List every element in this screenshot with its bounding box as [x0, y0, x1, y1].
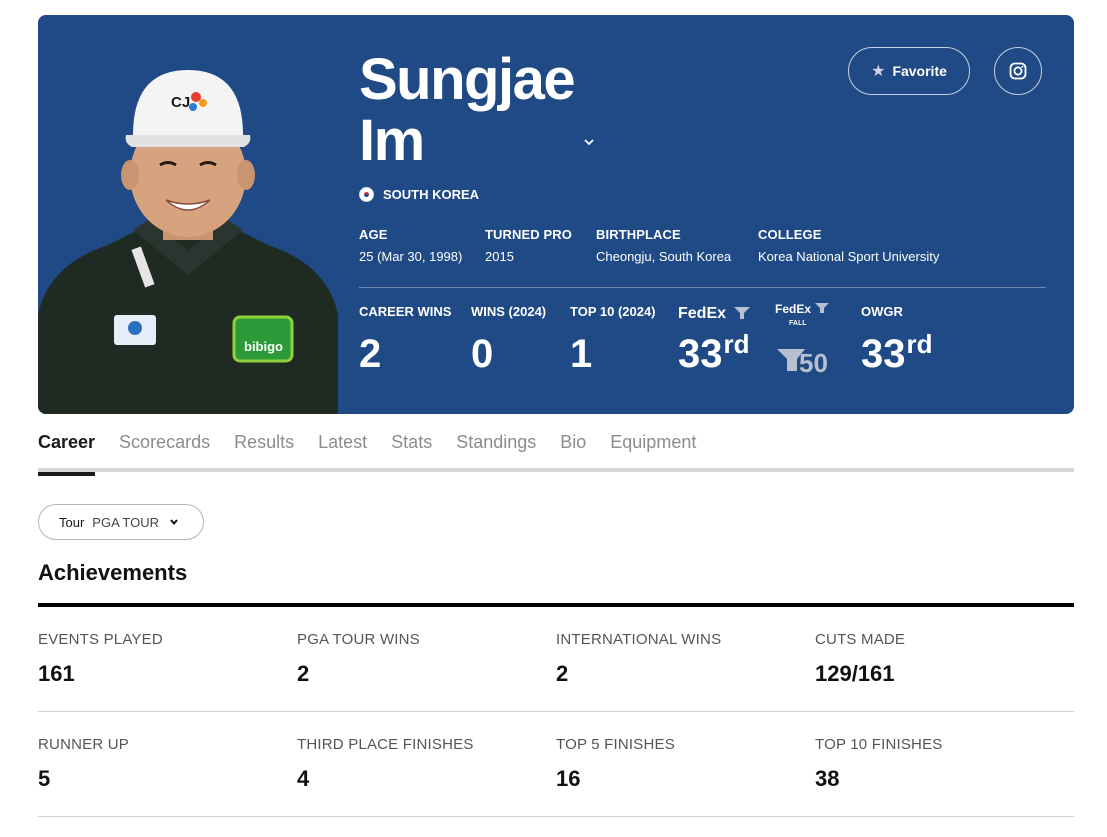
stat-label: WINS (2024)	[471, 304, 547, 319]
achievement-cell: EVENTS PLAYED 161	[38, 607, 297, 711]
tab-scorecards[interactable]: Scorecards	[119, 424, 210, 472]
tab-latest[interactable]: Latest	[318, 424, 367, 472]
fact-age: AGE 25 (Mar 30, 1998)	[359, 227, 462, 264]
tab-results[interactable]: Results	[234, 424, 294, 472]
fact-value: Cheongju, South Korea	[596, 249, 732, 264]
achievement-value: 2	[556, 661, 569, 686]
country-name: SOUTH KOREA	[383, 187, 480, 202]
fact-label: COLLEGE	[758, 227, 822, 242]
achievement-label: RUNNER UP	[38, 736, 129, 753]
achievement-label: TOP 5 FINISHES	[556, 736, 675, 753]
achievement-cell: INTERNATIONAL WINS 2	[556, 607, 815, 711]
fact-college: COLLEGE Korea National Sport University	[758, 227, 939, 264]
instagram-icon	[1009, 62, 1027, 80]
chevron-down-icon	[170, 519, 178, 526]
achievements-row: RUNNER UP 5 THIRD PLACE FINISHES 4 TOP 5…	[38, 712, 1074, 817]
chevron-down-icon[interactable]	[582, 135, 596, 149]
fact-label: BIRTHPLACE	[596, 227, 681, 242]
fact-value: 2015	[485, 249, 514, 264]
achievement-label: TOP 10 FINISHES	[815, 736, 943, 753]
favorite-label: Favorite	[892, 63, 947, 79]
achievement-label: CUTS MADE	[815, 631, 906, 648]
stat-fedex-rank: x 33rd	[678, 304, 750, 378]
player-country: SOUTH KOREA	[359, 187, 479, 202]
achievement-cell: TOP 10 FINISHES 38	[815, 712, 1074, 816]
stat-label: CAREER WINS	[359, 304, 452, 319]
fact-value: Korea National Sport University	[758, 249, 940, 264]
achievement-label: EVENTS PLAYED	[38, 631, 163, 648]
fact-birthplace: BIRTHPLACE Cheongju, South Korea	[596, 227, 731, 264]
stat-value: 1	[570, 332, 593, 376]
stat-top10-2024: TOP 10 (2024) 1	[570, 304, 656, 374]
tab-stats[interactable]: Stats	[391, 424, 432, 472]
fedex-fall-sub: FALL	[789, 320, 807, 327]
achievements-row: EVENTS PLAYED 161 PGA TOUR WINS 2 INTERN…	[38, 607, 1074, 712]
fedex-rank-value: 33	[678, 332, 723, 376]
owgr-value: 33	[861, 332, 906, 376]
player-name: Sungjae Im	[359, 47, 576, 173]
tour-dropdown-value: PGA TOUR	[92, 514, 160, 530]
achievement-value: 5	[38, 766, 51, 791]
stat-label: OWGR	[861, 304, 903, 319]
fact-turned-pro: TURNED PRO 2015	[485, 227, 572, 264]
fact-label: AGE	[359, 227, 388, 242]
tour-dropdown-label: Tour	[59, 514, 85, 530]
player-first-name: Sungjae	[359, 47, 576, 112]
shirt-logo: bibigo	[244, 339, 283, 354]
achievements-grid: EVENTS PLAYED 161 PGA TOUR WINS 2 INTERN…	[38, 607, 1074, 817]
tour-dropdown[interactable]: Tour PGA TOUR	[38, 504, 204, 540]
achievement-value: 38	[815, 766, 840, 791]
achievement-value: 16	[556, 766, 581, 791]
achievement-label: PGA TOUR WINS	[297, 631, 420, 648]
achievements-title: Achievements	[38, 560, 188, 585]
achievement-cell: TOP 5 FINISHES 16	[556, 712, 815, 816]
player-hero: CJ bibigo Sungjae Im SOUTH KOREA ★ Favor…	[38, 15, 1074, 414]
player-photo: CJ bibigo	[38, 15, 338, 414]
achievement-value: 161	[38, 661, 75, 686]
stat-wins-2024: WINS (2024) 0	[471, 304, 546, 374]
tab-standings[interactable]: Standings	[456, 424, 536, 472]
south-korea-flag-icon	[359, 187, 374, 202]
stat-career-wins: CAREER WINS 2	[359, 304, 451, 374]
star-icon: ★	[871, 63, 886, 80]
owgr-suffix: rd	[906, 329, 933, 359]
achievement-value: 4	[297, 766, 310, 791]
fact-value: 25 (Mar 30, 1998)	[359, 249, 463, 264]
achievement-cell: THIRD PLACE FINISHES 4	[297, 712, 556, 816]
achievement-cell: PGA TOUR WINS 2	[297, 607, 556, 711]
achievement-label: INTERNATIONAL WINS	[556, 631, 722, 648]
player-tabs: Career Scorecards Results Latest Stats S…	[38, 424, 1074, 476]
achievement-value: 129/161	[815, 661, 895, 686]
stat-label: TOP 10 (2024)	[570, 304, 656, 319]
stat-value: 0	[471, 332, 494, 376]
stat-value: 2	[359, 332, 382, 376]
top-50-text: 50	[799, 348, 828, 377]
achievement-label: THIRD PLACE FINISHES	[297, 736, 474, 753]
fact-label: TURNED PRO	[485, 227, 572, 242]
cap-logo: CJ	[171, 94, 190, 111]
player-last-name: Im	[359, 108, 425, 173]
favorite-button[interactable]: ★ Favorite	[848, 47, 970, 95]
tab-bio[interactable]: Bio	[560, 424, 586, 472]
top-50-badge-icon: 50	[777, 348, 828, 377]
instagram-button[interactable]	[994, 47, 1042, 95]
fedex-fall-logo: FedEx FALL	[775, 302, 829, 327]
fedex-rank-suffix: rd	[723, 329, 750, 359]
fedex-fall-text: FedEx	[775, 302, 811, 316]
achievement-cell: CUTS MADE 129/161	[815, 607, 1074, 711]
stat-owgr: OWGR 33rd	[861, 304, 933, 378]
hero-divider	[359, 287, 1046, 288]
achievement-cell: RUNNER UP 5	[38, 712, 297, 816]
tab-career[interactable]: Career	[38, 424, 96, 476]
tab-equipment[interactable]: Equipment	[610, 424, 696, 472]
achievement-value: 2	[297, 661, 310, 686]
